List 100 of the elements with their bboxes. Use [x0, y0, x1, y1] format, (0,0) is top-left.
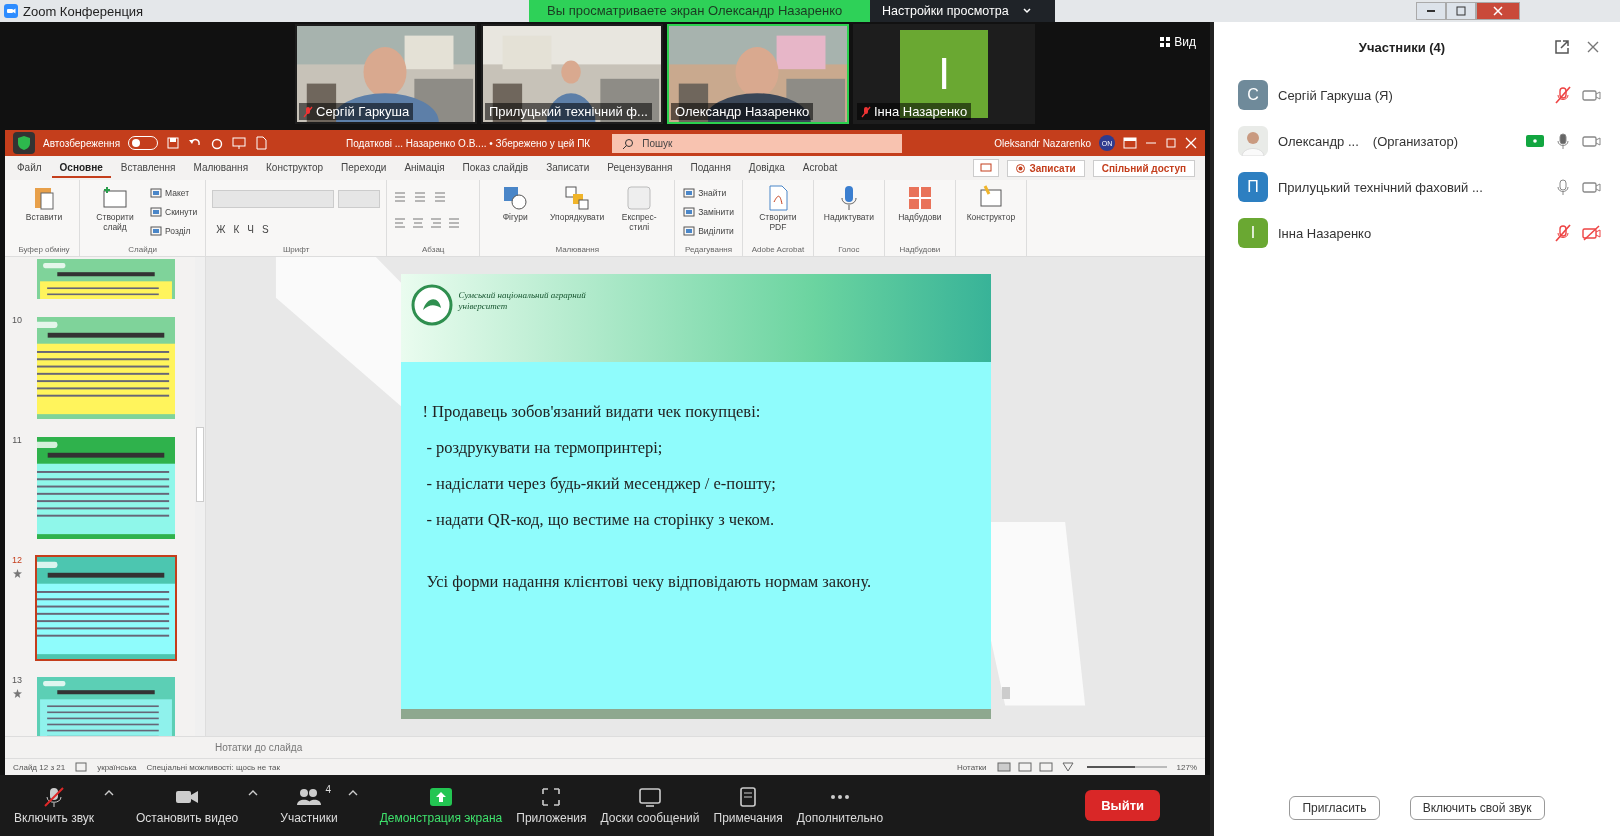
ribbon-button[interactable]: Знайти — [681, 184, 736, 202]
accessibility-status[interactable]: Спеціальні можливості: щось не так — [146, 762, 280, 772]
scrollbar-thumb[interactable] — [1001, 686, 1010, 699]
language-label[interactable]: українська — [97, 762, 137, 772]
ribbon-display-icon[interactable] — [1123, 137, 1137, 149]
avatar: П — [1238, 172, 1268, 202]
ribbon-tab[interactable]: Анімація — [396, 158, 453, 178]
notes-button[interactable]: Нотатки — [957, 762, 987, 772]
close-icon[interactable] — [1586, 40, 1600, 54]
ribbon-tab[interactable]: Малювання — [185, 158, 257, 178]
unmute-me-button[interactable]: Включить свой звук — [1409, 796, 1545, 820]
format-button[interactable]: Ж — [212, 220, 230, 238]
view-options-button[interactable]: Настройки просмотра — [870, 0, 1055, 22]
ribbon-button[interactable]: Скинути — [148, 203, 200, 221]
video-tile[interactable]: І Інна Назаренко — [853, 24, 1035, 124]
toolbar-button[interactable]: Остановить видео — [132, 784, 243, 827]
camera-off-icon[interactable] — [1582, 225, 1602, 241]
participant-name: Сергій Гаркуша — [316, 104, 410, 119]
slide-thumbnail[interactable] — [35, 555, 177, 661]
toolbar-button[interactable]: Демонстрация экрана — [375, 784, 507, 827]
share-button[interactable]: Спільний доступ — [1092, 159, 1195, 177]
page-icon[interactable] — [254, 136, 269, 150]
ribbon-tab[interactable]: Основне — [51, 158, 111, 178]
ribbon-tab[interactable]: Переходи — [333, 158, 395, 178]
document-title[interactable]: Податкові ... Назаренко О.В.... • Збережено у цей ПК — [346, 137, 591, 149]
ribbon-button[interactable]: Надбудови — [890, 182, 949, 240]
leave-button[interactable]: Выйти — [1085, 790, 1160, 821]
caret-icon[interactable] — [104, 790, 115, 796]
ribbon-tab[interactable]: Acrobat — [794, 158, 846, 178]
participant-name: Прилуцький технічний ф... — [489, 104, 648, 119]
scrollbar-thumb[interactable] — [196, 427, 204, 502]
caret-icon[interactable] — [248, 790, 259, 796]
ribbon-button[interactable]: Створити PDF — [748, 182, 807, 240]
ribbon-button[interactable]: Вставити — [15, 182, 73, 240]
ribbon-tab[interactable]: Конструктор — [258, 158, 332, 178]
format-button[interactable]: Ч — [243, 220, 258, 238]
ribbon-tab[interactable]: Файл — [9, 158, 50, 178]
ribbon-button[interactable]: Розділ — [148, 222, 200, 240]
ribbon-button[interactable]: Упорядкувати — [548, 182, 607, 240]
zoom-level[interactable]: 127% — [1176, 762, 1197, 772]
shield-icon — [13, 132, 35, 154]
ribbon-tab[interactable]: Подання — [682, 158, 739, 178]
notes-field[interactable]: Нотатки до слайда — [215, 742, 303, 753]
video-tile[interactable]: Олександр Назаренко — [667, 24, 849, 124]
ribbon-button[interactable]: Надиктувати — [819, 182, 878, 240]
toolbar-button[interactable]: Приложения — [512, 784, 591, 827]
mic-icon[interactable] — [1554, 178, 1572, 196]
ribbon-button[interactable]: Фігури — [486, 182, 545, 240]
slide-thumbnail[interactable] — [35, 257, 177, 301]
pop-out-icon[interactable] — [1554, 39, 1570, 55]
mic-icon[interactable] — [1554, 132, 1572, 150]
toolbar-button[interactable]: Примечания — [709, 784, 787, 827]
format-button[interactable]: S — [257, 220, 273, 238]
autosave-label: Автозбереження — [43, 137, 121, 149]
minimize-button[interactable] — [1416, 2, 1446, 20]
group-label: Абзац — [420, 245, 446, 256]
ribbon-button[interactable]: Експрес-стилі — [610, 182, 669, 240]
record-button[interactable]: Записати — [1007, 159, 1085, 177]
search-field[interactable]: Пошук — [612, 133, 903, 153]
toolbar-button[interactable]: 4 Участники — [276, 784, 342, 827]
ribbon-button[interactable]: Замінити — [681, 203, 736, 221]
mic-off-icon[interactable] — [1554, 224, 1572, 242]
invite-button[interactable]: Пригласить — [1289, 796, 1380, 820]
format-button[interactable]: К — [229, 220, 244, 238]
ribbon-tab[interactable]: Довідка — [740, 158, 793, 178]
close-button[interactable] — [1476, 2, 1520, 20]
slide-thumbnail[interactable] — [35, 315, 177, 421]
camera-icon[interactable] — [1582, 179, 1602, 195]
slide-thumbnail[interactable] — [35, 675, 177, 736]
video-tile[interactable]: Прилуцький технічний ф... — [481, 24, 663, 124]
participant-row[interactable]: І Інна Назаренко — [1214, 210, 1620, 256]
camera-icon[interactable] — [1582, 87, 1602, 103]
save-icon[interactable] — [166, 136, 181, 150]
ribbon-button[interactable]: Виділити — [681, 222, 736, 240]
mic-off-icon[interactable] — [1554, 86, 1572, 104]
ribbon-tab[interactable]: Показ слайдів — [454, 158, 537, 178]
font-size-field[interactable] — [338, 190, 381, 208]
video-tile[interactable]: Сергій Гаркуша — [295, 24, 477, 124]
ribbon-button[interactable]: Конструктор — [961, 182, 1020, 240]
camera-icon[interactable] — [1582, 133, 1602, 149]
view-button[interactable]: Вид — [1154, 34, 1202, 50]
participant-row[interactable]: С Сергій Гаркуша (Я) — [1214, 72, 1620, 118]
restore-icon[interactable] — [1165, 137, 1177, 149]
toolbar-button[interactable]: Доски сообщений — [596, 784, 704, 827]
caret-icon[interactable] — [347, 790, 358, 796]
slide-thumbnail[interactable] — [35, 435, 177, 541]
ribbon-button[interactable]: Макет — [148, 184, 200, 202]
participant-name: Олександр ... — [1278, 133, 1359, 149]
ribbon-tab[interactable]: Вставлення — [112, 158, 184, 178]
presentation-icon[interactable] — [232, 136, 247, 150]
view-mode-icons[interactable] — [996, 762, 1077, 772]
toolbar-button[interactable]: Включить звук — [10, 784, 99, 827]
participant-row[interactable]: Олександр ... (Организатор) — [1214, 118, 1620, 164]
comment-icon[interactable] — [973, 159, 1000, 177]
participant-row[interactable]: П Прилуцький технічний фаховий ... — [1214, 164, 1620, 210]
ribbon-tab[interactable]: Записати — [538, 158, 598, 178]
ribbon-button[interactable]: Створити слайд — [86, 182, 144, 240]
ribbon-tab[interactable]: Рецензування — [599, 158, 681, 178]
font-name-field[interactable] — [212, 190, 335, 208]
toolbar-button[interactable]: Дополнительно — [792, 784, 888, 827]
